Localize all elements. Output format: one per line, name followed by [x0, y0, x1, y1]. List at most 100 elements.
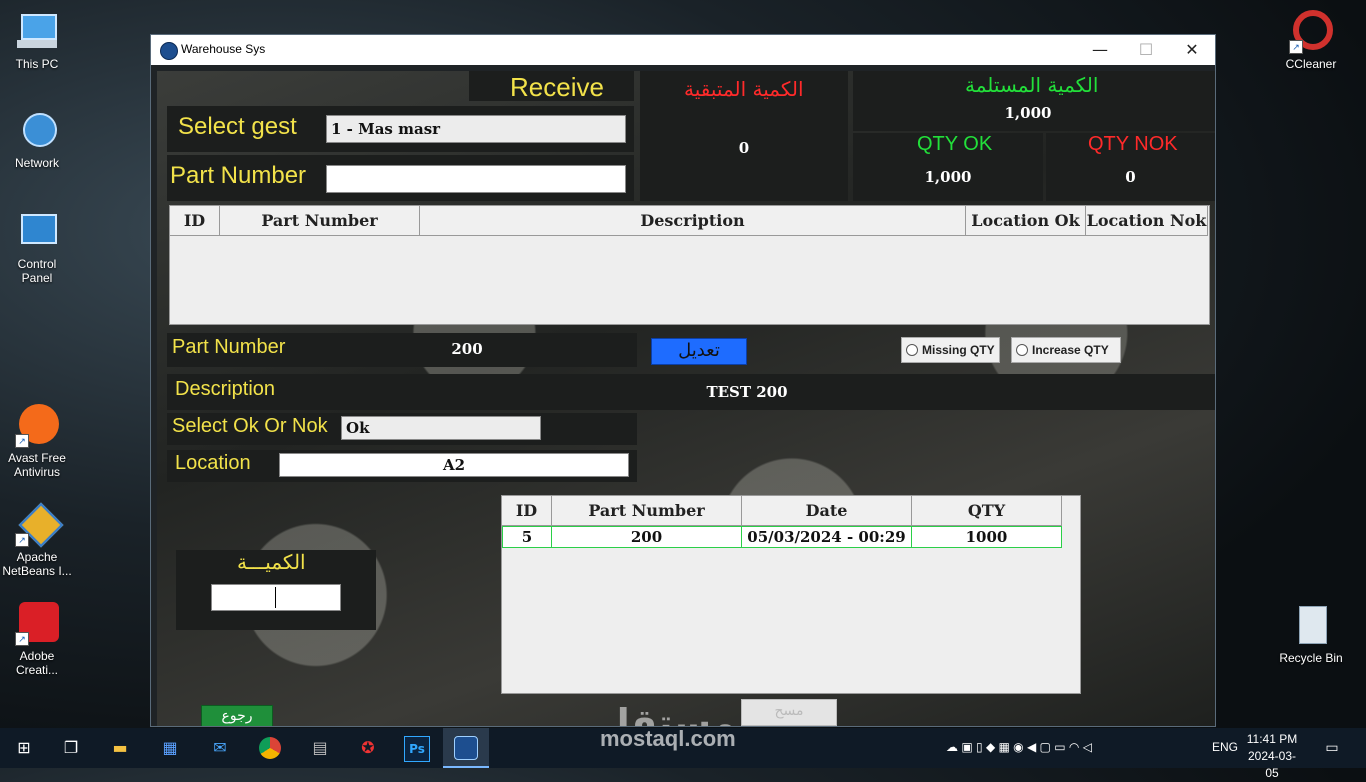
notification-icon[interactable]: ▭: [1320, 736, 1344, 760]
task-view-icon[interactable]: ❐: [59, 736, 83, 760]
select-gest-panel: Select gest 1 - Mas masr: [167, 106, 634, 152]
quantity-input[interactable]: [211, 584, 341, 611]
delete-button[interactable]: مسح: [741, 699, 837, 726]
back-button[interactable]: رجوع: [201, 705, 273, 726]
remaining-qty-label: الكمية المتبقية: [684, 77, 804, 101]
location-panel: Location A2: [167, 450, 637, 482]
column-header-part-number[interactable]: Part Number: [552, 496, 742, 526]
chrome-icon[interactable]: [258, 736, 282, 760]
desktop-icon-this-pc[interactable]: This PC: [2, 10, 72, 71]
column-header-qty[interactable]: QTY: [912, 496, 1062, 526]
table-cell-date[interactable]: 05/03/2024 - 00:29: [742, 526, 912, 548]
part-number-input[interactable]: [326, 165, 626, 193]
table-cell-qty[interactable]: 1000: [912, 526, 1062, 548]
language-indicator[interactable]: ENG: [1212, 740, 1238, 754]
column-header-location-nok[interactable]: Location Nok: [1086, 206, 1208, 236]
warehouse-taskbar-button[interactable]: [443, 728, 489, 768]
detail-part-number-value: 200: [451, 340, 483, 358]
adobe-cc-icon: ↗: [15, 602, 59, 646]
windows-start-icon[interactable]: ⊞: [12, 736, 36, 760]
mail-icon[interactable]: ✉: [208, 736, 232, 760]
history-table[interactable]: ID Part Number Date QTY 5 200 05/03/2024…: [501, 495, 1081, 694]
desktop-icon-label: Control Panel: [17, 257, 57, 285]
select-gest-label: Select gest: [178, 113, 297, 140]
increase-qty-label: Increase QTY: [1032, 343, 1109, 357]
clock[interactable]: 11:41 PM 2024-03-05: [1244, 731, 1300, 782]
quantity-label: الكميـــة: [237, 552, 306, 574]
netbeans-icon: ↗: [15, 502, 64, 548]
desktop-icon-control-panel[interactable]: Control Panel: [2, 210, 72, 285]
desktop-icon-label: Avast Free Antivirus: [8, 451, 66, 479]
desktop-icon-avast[interactable]: ↗ Avast Free Antivirus: [2, 404, 72, 479]
remaining-qty-value: 0: [738, 139, 750, 157]
desktop-icon-label: CCleaner: [1285, 57, 1337, 71]
warehouse-window: Warehouse Sys — ☐ ✕ Receive Select gest …: [151, 35, 1215, 726]
text-cursor: [275, 587, 276, 608]
close-button[interactable]: ✕: [1169, 35, 1215, 65]
qty-ok-panel: QTY OK 1,000: [853, 133, 1043, 201]
calculator-icon[interactable]: ▤: [308, 736, 332, 760]
column-header-part-number[interactable]: Part Number: [220, 206, 420, 236]
desktop-icon-network[interactable]: Network: [2, 109, 72, 170]
file-explorer-icon[interactable]: ▬: [108, 736, 132, 760]
location-label: Location: [175, 452, 251, 474]
remaining-qty-panel: الكمية المتبقية 0: [640, 71, 848, 201]
column-header-id[interactable]: ID: [502, 496, 552, 526]
table-cell-part-number[interactable]: 200: [552, 526, 742, 548]
desktop-icon-ccleaner[interactable]: ↗ CCleaner: [1276, 10, 1346, 71]
select-ok-nok-panel: Select Ok Or Nok Ok: [167, 413, 637, 445]
table-cell-id[interactable]: 5: [502, 526, 552, 548]
received-qty-panel: الكمية المستلمة 1,000: [853, 71, 1215, 131]
description-label: Description: [175, 378, 276, 400]
select-gest-combo[interactable]: 1 - Mas masr: [326, 115, 626, 143]
description-value: TEST 200: [706, 383, 788, 401]
radio-circle-icon: [906, 343, 918, 356]
qty-ok-label: QTY OK: [917, 133, 993, 155]
qty-ok-value: 1,000: [924, 168, 972, 186]
computer-icon: [15, 10, 59, 54]
shortcut-arrow-icon: ↗: [15, 434, 29, 448]
detail-part-number-label: Part Number: [172, 336, 286, 358]
desktop-icon-adobe-cc[interactable]: ↗ Adobe Creati...: [2, 602, 72, 677]
ccleaner-icon: ↗: [1289, 10, 1333, 54]
photoshop-icon[interactable]: Ps: [404, 736, 430, 762]
desktop-icon-label: This PC: [15, 57, 59, 71]
items-table[interactable]: ID Part Number Description Location Ok L…: [169, 205, 1210, 325]
app-icon: [160, 42, 178, 60]
title-bar[interactable]: Warehouse Sys — ☐ ✕: [151, 35, 1215, 65]
edit-button[interactable]: تعديل: [651, 338, 747, 365]
game-app-icon[interactable]: ✪: [356, 736, 380, 760]
column-header-id[interactable]: ID: [170, 206, 220, 236]
desktop-icon-label: Network: [14, 156, 59, 170]
received-qty-value: 1,000: [1004, 104, 1052, 122]
store-icon[interactable]: ▦: [158, 736, 182, 760]
receive-title: Receive: [510, 72, 604, 102]
desktop-icon-recycle-bin[interactable]: Recycle Bin: [1276, 604, 1346, 665]
avast-icon: ↗: [15, 404, 59, 448]
qty-nok-label: QTY NOK: [1088, 133, 1178, 155]
minimize-button[interactable]: —: [1077, 35, 1123, 65]
increase-qty-radio[interactable]: Increase QTY: [1011, 337, 1121, 363]
column-header-date[interactable]: Date: [742, 496, 912, 526]
tray-icons[interactable]: ☁ ▣ ▯ ◆ ▦ ◉ ◀ ▢ ▭ ◠ ◁: [946, 740, 1092, 754]
qty-nok-value: 0: [1125, 168, 1136, 186]
column-header-location-ok[interactable]: Location Ok: [966, 206, 1086, 236]
select-ok-nok-label: Select Ok Or Nok: [172, 415, 328, 437]
received-qty-label: الكمية المستلمة: [965, 73, 1099, 97]
select-ok-nok-combo[interactable]: Ok: [341, 416, 541, 440]
part-number-label: Part Number: [170, 162, 307, 189]
warehouse-app-icon: [454, 736, 478, 760]
detail-part-number-panel: Part Number 200: [167, 333, 637, 367]
desktop-icon-label: Apache NetBeans I...: [2, 550, 72, 578]
shortcut-arrow-icon: ↗: [1289, 40, 1303, 54]
clock-date: 2024-03-05: [1247, 749, 1297, 780]
desktop-icon-label: Recycle Bin: [1279, 651, 1343, 665]
missing-qty-radio[interactable]: Missing QTY: [901, 337, 1000, 363]
maximize-button[interactable]: ☐: [1123, 35, 1169, 65]
recycle-bin-icon: [1289, 604, 1333, 648]
column-header-description[interactable]: Description: [420, 206, 966, 236]
desktop-icon-netbeans[interactable]: ↗ Apache NetBeans I...: [2, 502, 72, 578]
location-input[interactable]: A2: [279, 453, 629, 477]
missing-qty-label: Missing QTY: [922, 343, 995, 357]
watermark-url: mostaql.com: [600, 726, 736, 751]
